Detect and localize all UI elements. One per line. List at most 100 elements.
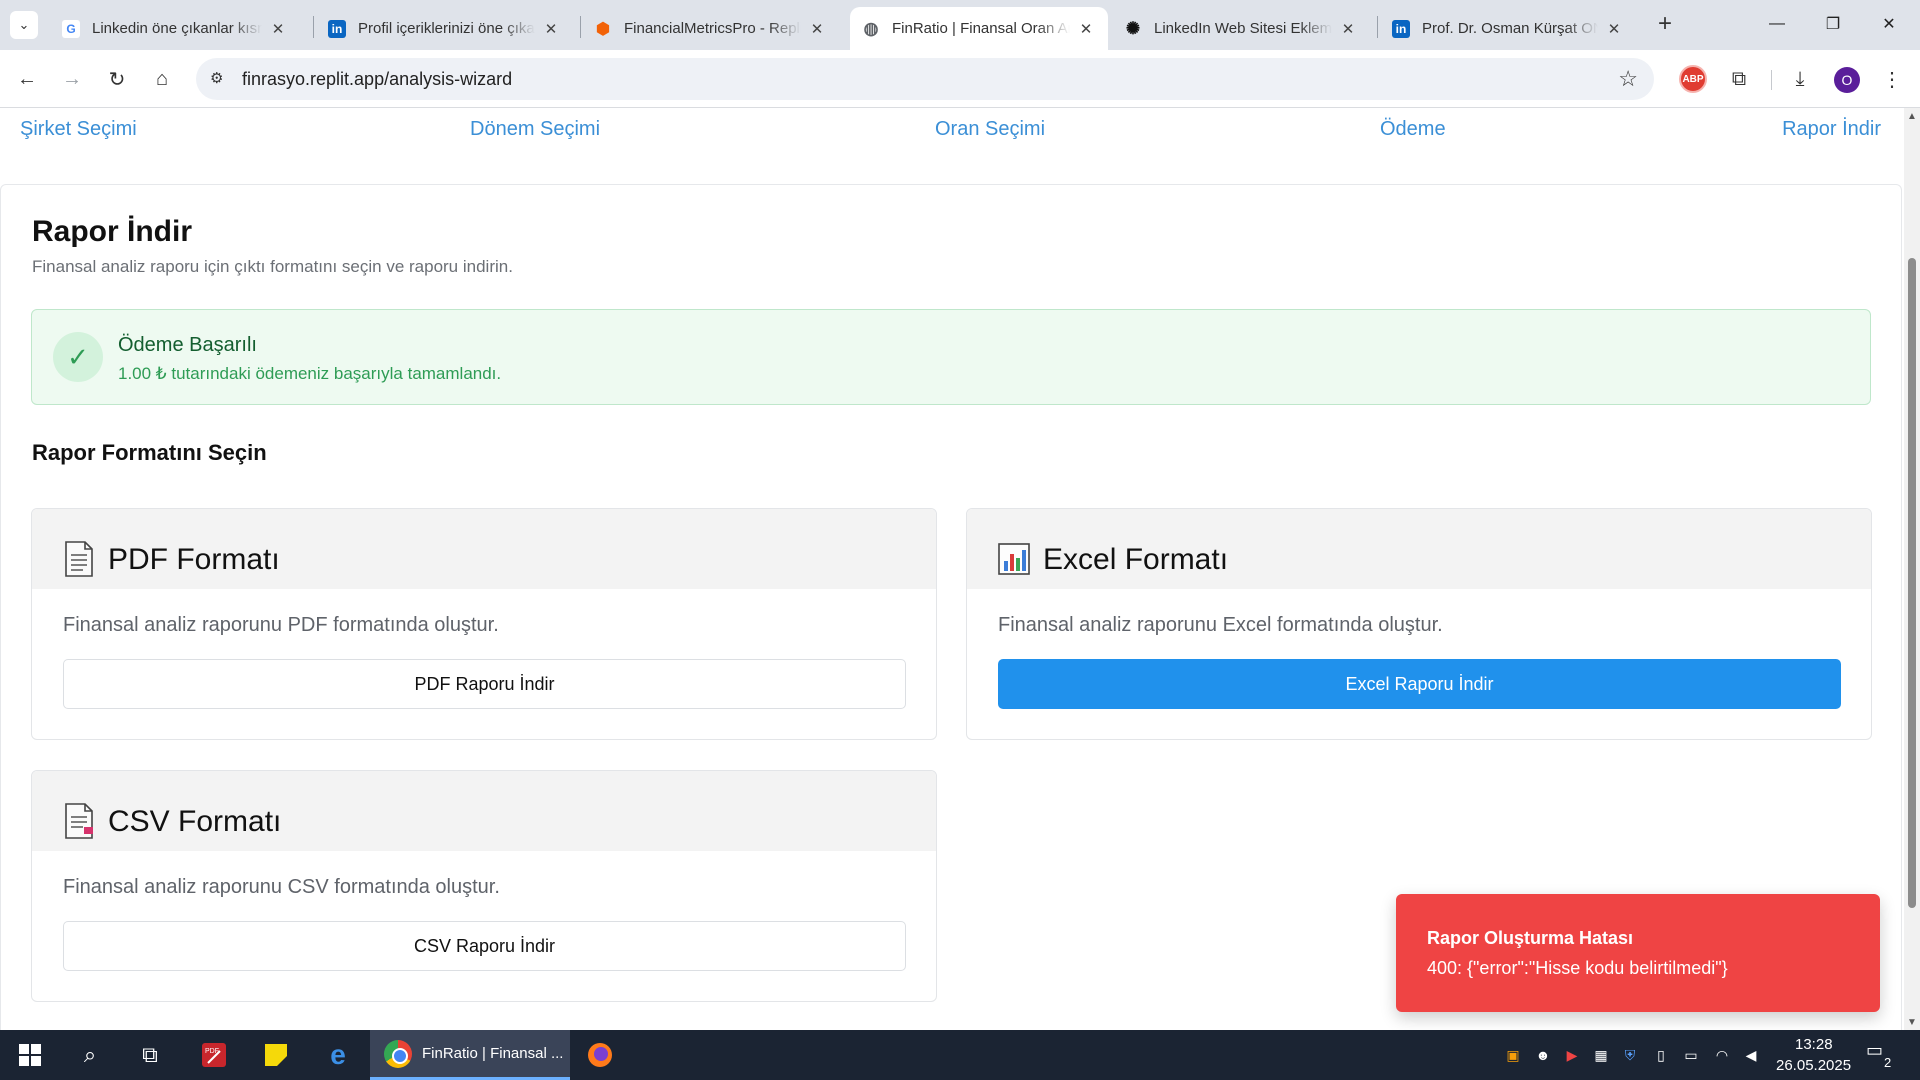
bookmark-star-icon[interactable]: ☆	[1618, 66, 1638, 92]
task-view-icon[interactable]: ⧉	[132, 1037, 168, 1073]
tray-video-icon[interactable]: ▶	[1562, 1045, 1582, 1065]
avatar[interactable]: O	[1834, 67, 1860, 93]
firefox-icon[interactable]	[582, 1037, 618, 1073]
close-icon[interactable]: ✕	[1338, 20, 1358, 38]
excel-format-card: Excel Formatı Finansal analiz raporunu E…	[966, 508, 1872, 740]
google-icon: G	[62, 19, 80, 38]
document-icon	[65, 541, 93, 577]
scroll-up-icon[interactable]: ▲	[1904, 108, 1920, 124]
scrollbar-thumb[interactable]	[1908, 258, 1916, 908]
page-viewport: Şirket Seçimi Dönem Seçimi Oran Seçimi Ö…	[0, 108, 1904, 1030]
close-icon[interactable]: ✕	[268, 20, 288, 38]
close-icon[interactable]: ✕	[1076, 20, 1096, 38]
success-title: Ödeme Başarılı	[118, 334, 257, 356]
card-title: CSV Formatı	[108, 805, 282, 838]
pdf-editor-icon[interactable]: PDF	[196, 1037, 232, 1073]
clock-date[interactable]: 26.05.2025	[1776, 1057, 1851, 1074]
tab-title: Prof. Dr. Osman Kürşat ONAN	[1422, 20, 1598, 37]
chrome-menu-icon[interactable]: ⋮	[1876, 63, 1908, 95]
step-payment[interactable]: Ödeme	[1380, 118, 1446, 141]
openai-icon: ✺	[1125, 18, 1141, 38]
section-title: Rapor Formatını Seçin	[32, 440, 267, 465]
windows-taskbar: ⌕ ⧉ PDF e FinRatio | Finansal ... ▣ ☻ ▶ …	[0, 1030, 1920, 1080]
close-icon[interactable]: ✕	[541, 20, 561, 38]
back-button[interactable]: ←	[11, 63, 43, 95]
replit-icon: ⬢	[596, 20, 610, 38]
adblock-plus-icon[interactable]: ABP	[1679, 65, 1707, 93]
windows-start-icon[interactable]	[12, 1037, 48, 1073]
step-download-report[interactable]: Rapor İndir	[1782, 118, 1881, 141]
linkedin-icon: in	[328, 19, 346, 38]
excel-download-button[interactable]: Excel Raporu İndir	[998, 659, 1841, 709]
forward-button[interactable]: →	[56, 63, 88, 95]
card-title: PDF Formatı	[108, 543, 280, 576]
tab-profile-content[interactable]: in Profil içeriklerinizi öne çıkarın ✕	[316, 7, 573, 50]
check-icon: ✓	[53, 332, 103, 382]
tab-linkedin-website[interactable]: ✺ LinkedIn Web Sitesi Ekleme ✕	[1112, 7, 1370, 50]
tab-replit[interactable]: ⬢ FinancialMetricsPro - Replit ✕	[582, 7, 839, 50]
reload-button[interactable]: ↻	[101, 63, 133, 95]
close-icon[interactable]: ✕	[807, 20, 827, 38]
scroll-down-icon[interactable]: ▼	[1904, 1014, 1920, 1030]
edge-icon[interactable]: e	[320, 1037, 356, 1073]
card-description: Finansal analiz raporunu CSV formatında …	[63, 876, 500, 898]
spreadsheet-file-icon	[65, 803, 93, 839]
tab-title: Profil içeriklerinizi öne çıkarın	[358, 20, 535, 37]
pdf-download-button[interactable]: PDF Raporu İndir	[63, 659, 906, 709]
volume-icon[interactable]: ◀	[1741, 1045, 1761, 1065]
card-header: CSV Formatı	[32, 771, 936, 851]
close-icon[interactable]: ✕	[1604, 20, 1624, 38]
browser-tab-strip: ⌄ G Linkedin öne çıkanlar kısmı ✕ in Pro…	[0, 0, 1920, 50]
close-window-button[interactable]: ✕	[1866, 8, 1912, 40]
bar-chart-icon	[998, 543, 1030, 575]
download-icon[interactable]: ⤓	[1784, 63, 1816, 95]
battery-icon[interactable]: ▭	[1681, 1045, 1701, 1065]
tab-title: Linkedin öne çıkanlar kısmı	[92, 20, 262, 37]
notification-icon[interactable]: ▭	[1866, 1040, 1896, 1070]
tab-divider	[580, 16, 581, 38]
toolbar-divider	[1771, 70, 1772, 90]
minimize-button[interactable]: —	[1754, 8, 1800, 40]
tray-usb-icon[interactable]: ▯	[1651, 1045, 1671, 1065]
csv-format-card: CSV Formatı Finansal analiz raporunu CSV…	[31, 770, 937, 1002]
card-header: Excel Formatı	[967, 509, 1871, 589]
payment-success-alert: ✓ Ödeme Başarılı 1.00 ₺ tutarındaki ödem…	[31, 309, 1871, 405]
pdf-format-card: PDF Formatı Finansal analiz raporunu PDF…	[31, 508, 937, 740]
site-info-icon[interactable]: ⚙	[210, 69, 230, 89]
card-header: PDF Formatı	[32, 509, 936, 589]
page-scrollbar[interactable]: ▲ ▼	[1904, 108, 1920, 1030]
page-title: Rapor İndir	[32, 215, 193, 248]
url-text[interactable]: finrasyo.replit.app/analysis-wizard	[242, 69, 512, 90]
tab-linkedin-highlights[interactable]: G Linkedin öne çıkanlar kısmı ✕	[50, 7, 300, 50]
new-tab-button[interactable]: +	[1651, 10, 1679, 38]
card-title: Excel Formatı	[1043, 543, 1229, 576]
tab-prof-onan[interactable]: in Prof. Dr. Osman Kürşat ONAN ✕	[1380, 7, 1636, 50]
address-bar[interactable]: ⚙ finrasyo.replit.app/analysis-wizard ☆	[196, 58, 1654, 100]
tab-finratio-active[interactable]: ◍ FinRatio | Finansal Oran Analizi ✕	[850, 7, 1108, 50]
clock-time[interactable]: 13:28	[1795, 1036, 1833, 1053]
step-company-selection[interactable]: Şirket Seçimi	[20, 118, 137, 141]
tab-search-button[interactable]: ⌄	[10, 11, 38, 39]
tab-title: LinkedIn Web Sitesi Ekleme	[1154, 20, 1332, 37]
home-button[interactable]: ⌂	[146, 63, 178, 95]
search-icon[interactable]: ⌕	[72, 1037, 108, 1073]
tray-screen-icon[interactable]: ▦	[1591, 1045, 1611, 1065]
step-period-selection[interactable]: Dönem Seçimi	[470, 118, 600, 141]
extensions-icon[interactable]: ⧉	[1723, 63, 1755, 95]
tray-app-icon[interactable]: ▣	[1503, 1045, 1523, 1065]
restore-button[interactable]: ❐	[1810, 8, 1856, 40]
wifi-icon[interactable]: ◠	[1712, 1045, 1732, 1065]
tab-title: FinancialMetricsPro - Replit	[624, 20, 801, 37]
csv-download-button[interactable]: CSV Raporu İndir	[63, 921, 906, 971]
tray-user-icon[interactable]: ☻	[1533, 1045, 1553, 1065]
taskbar-chrome-app[interactable]: FinRatio | Finansal ...	[370, 1030, 570, 1080]
wizard-steps: Şirket Seçimi Dönem Seçimi Oran Seçimi Ö…	[0, 108, 1904, 152]
error-toast[interactable]: Rapor Oluşturma Hatası 400: {"error":"Hi…	[1396, 894, 1880, 1012]
tray-security-icon[interactable]: ⛨	[1620, 1045, 1640, 1065]
page-subtitle: Finansal analiz raporu için çıktı format…	[32, 257, 513, 276]
tab-title: FinRatio | Finansal Oran Analizi	[892, 20, 1070, 37]
step-ratio-selection[interactable]: Oran Seçimi	[935, 118, 1045, 141]
toast-title: Rapor Oluşturma Hatası	[1427, 928, 1634, 948]
card-description: Finansal analiz raporunu Excel formatınd…	[998, 614, 1443, 636]
sticky-notes-icon[interactable]	[258, 1037, 294, 1073]
